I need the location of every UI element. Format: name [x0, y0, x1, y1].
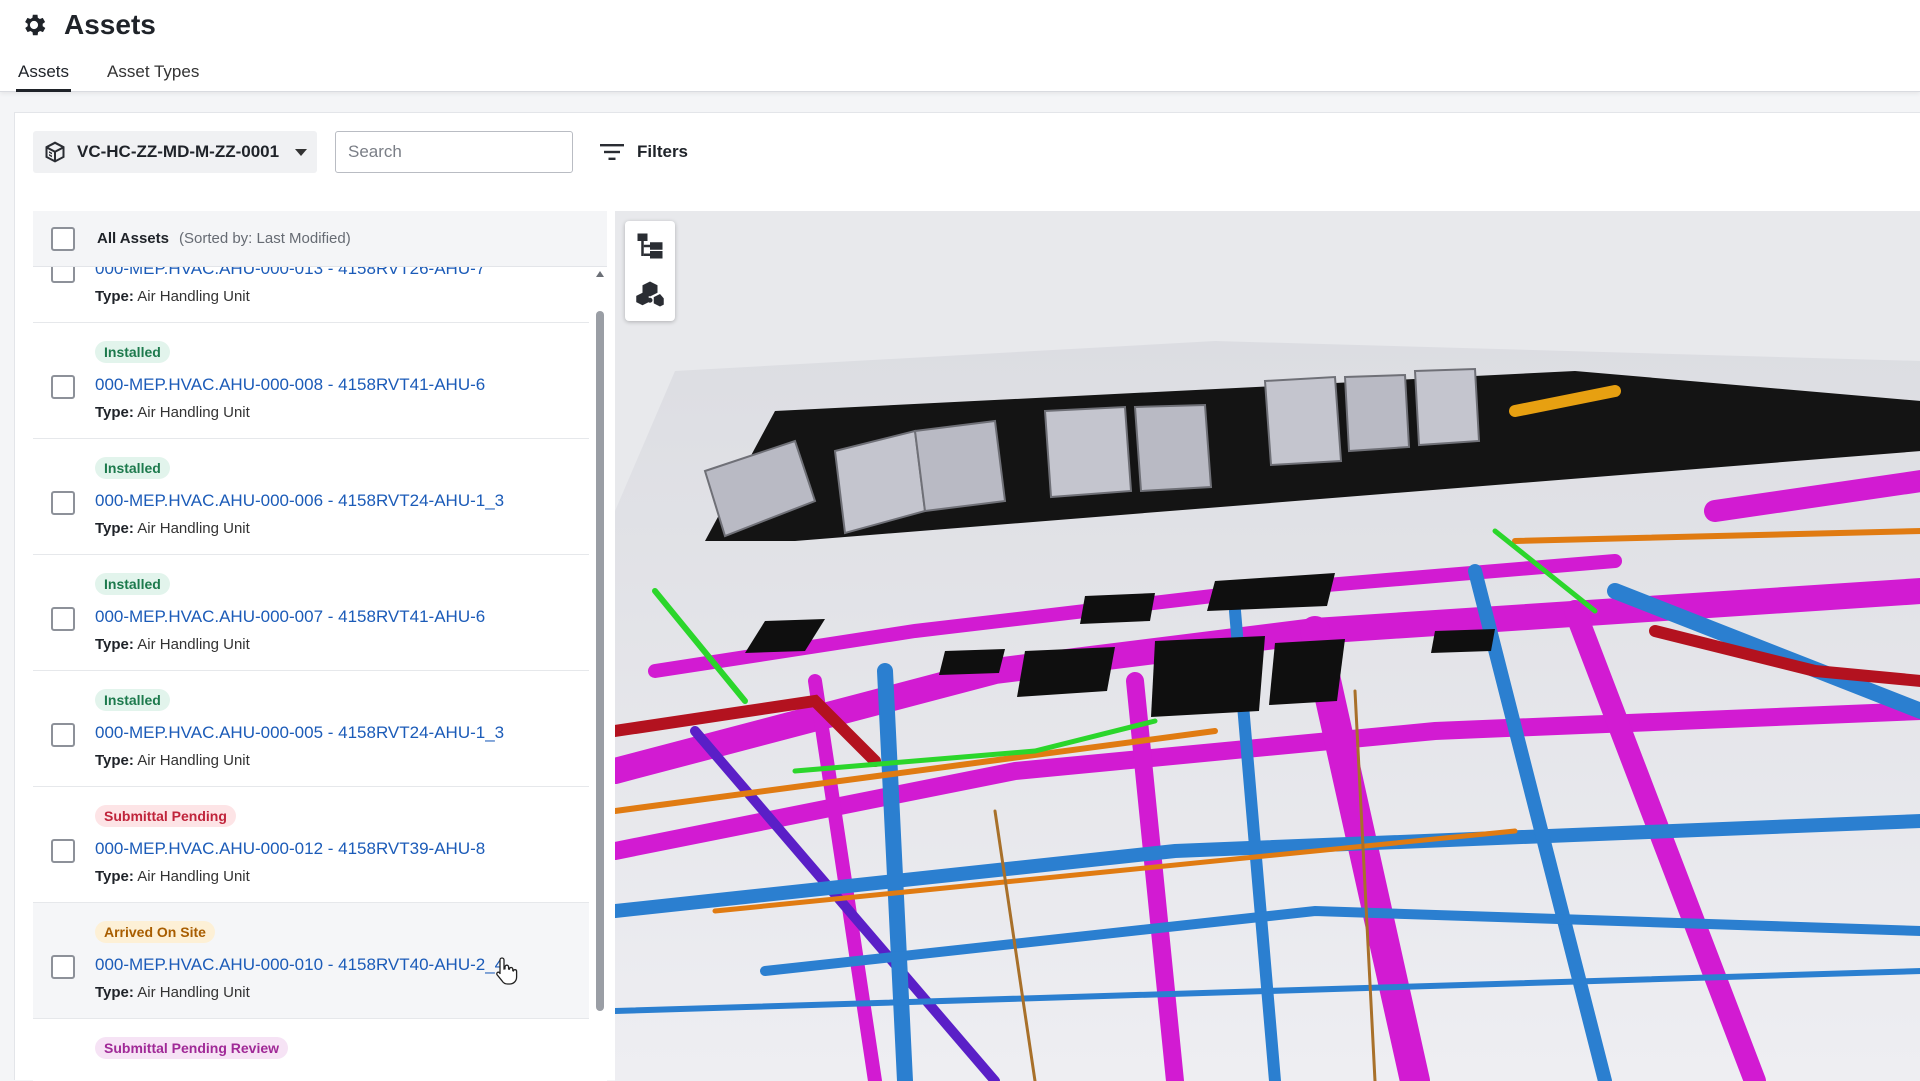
title-row: Assets — [20, 8, 156, 42]
list-item[interactable]: Submittal Pending 000-MEP.HVAC.AHU-000-0… — [33, 787, 589, 903]
cube-icon — [45, 141, 65, 163]
row-checkbox[interactable] — [51, 839, 75, 863]
scroll-up-icon[interactable] — [596, 271, 604, 277]
status-badge: Installed — [95, 341, 170, 363]
status-badge: Arrived On Site — [95, 921, 215, 943]
asset-type-value: Air Handling Unit — [137, 636, 250, 653]
list-item[interactable]: Installed 000-MEP.HVAC.AHU-000-007 - 415… — [33, 555, 589, 671]
list-header: All Assets (Sorted by: Last Modified) — [33, 211, 607, 267]
object-group-icon[interactable] — [635, 279, 665, 309]
gear-icon — [25, 14, 46, 36]
asset-type: Type: Air Handling Unit — [95, 752, 250, 769]
model-tree-icon[interactable] — [635, 231, 665, 261]
list-item[interactable]: Installed 000-MEP.HVAC.AHU-000-006 - 415… — [33, 439, 589, 555]
row-checkbox[interactable] — [51, 491, 75, 515]
toolbar: VC-HC-ZZ-MD-M-ZZ-0001 Filters — [33, 131, 688, 173]
asset-type: Type: Air Handling Unit — [95, 984, 250, 1001]
asset-type-value: Air Handling Unit — [137, 520, 250, 537]
status-badge: Installed — [95, 689, 170, 711]
model-selector[interactable]: VC-HC-ZZ-MD-M-ZZ-0001 — [33, 131, 317, 173]
asset-type: Type: Air Handling Unit — [95, 868, 250, 885]
tab-bar: Assets Asset Types — [16, 58, 235, 92]
type-prefix: Type: — [95, 288, 134, 305]
asset-link[interactable]: 000-MEP.HVAC.AHU-000-013 - 4158RVT26-AHU… — [95, 267, 485, 279]
app-header: Assets Assets Asset Types — [0, 0, 1920, 92]
asset-link[interactable]: 000-MEP.HVAC.AHU-000-006 - 4158RVT24-AHU… — [95, 491, 504, 511]
type-prefix: Type: — [95, 520, 134, 537]
asset-link[interactable]: 000-MEP.HVAC.AHU-000-005 - 4158RVT24-AHU… — [95, 723, 504, 743]
list-scrollbar[interactable] — [593, 267, 607, 1081]
status-badge: Installed — [95, 457, 170, 479]
row-checkbox[interactable] — [51, 723, 75, 747]
type-prefix: Type: — [95, 636, 134, 653]
asset-list: 000-MEP.HVAC.AHU-000-013 - 4158RVT26-AHU… — [33, 267, 607, 1081]
type-prefix: Type: — [95, 868, 134, 885]
bim-3d-model[interactable] — [615, 211, 1920, 1081]
model-name: VC-HC-ZZ-MD-M-ZZ-0001 — [77, 142, 280, 161]
tab-assets[interactable]: Assets — [16, 58, 72, 92]
asset-list-panel: All Assets (Sorted by: Last Modified) 00… — [33, 211, 607, 1081]
asset-link[interactable]: 000-MEP.HVAC.AHU-000-012 - 4158RVT39-AHU… — [95, 839, 485, 859]
filters-button[interactable]: Filters — [599, 142, 688, 162]
list-item[interactable]: Submittal Pending Review — [33, 1019, 589, 1081]
viewer-toolbar — [625, 221, 675, 321]
row-checkbox[interactable] — [51, 375, 75, 399]
status-badge: Submittal Pending — [95, 805, 236, 827]
search-input[interactable] — [348, 142, 569, 162]
asset-type-value: Air Handling Unit — [137, 404, 250, 421]
asset-type-value: Air Handling Unit — [137, 752, 250, 769]
asset-type: Type: Air Handling Unit — [95, 288, 250, 305]
list-item[interactable]: Installed 000-MEP.HVAC.AHU-000-008 - 415… — [33, 323, 589, 439]
row-checkbox[interactable] — [51, 267, 75, 283]
asset-type: Type: Air Handling Unit — [95, 404, 250, 421]
asset-type-value: Air Handling Unit — [137, 868, 250, 885]
filter-icon — [600, 144, 624, 160]
type-prefix: Type: — [95, 984, 134, 1001]
chevron-down-icon — [295, 148, 307, 156]
status-badge: Installed — [95, 573, 170, 595]
asset-type: Type: Air Handling Unit — [95, 636, 250, 653]
asset-link[interactable]: 000-MEP.HVAC.AHU-000-008 - 4158RVT41-AHU… — [95, 375, 485, 395]
search-box — [335, 131, 573, 173]
row-checkbox[interactable] — [51, 607, 75, 631]
type-prefix: Type: — [95, 404, 134, 421]
hand-cursor-icon — [496, 957, 518, 985]
tab-asset-types[interactable]: Asset Types — [105, 58, 201, 92]
asset-type-value: Air Handling Unit — [137, 288, 250, 305]
type-prefix: Type: — [95, 752, 134, 769]
scrollbar-thumb[interactable] — [596, 311, 604, 1011]
sort-label: (Sorted by: Last Modified) — [178, 230, 351, 247]
asset-link[interactable]: 000-MEP.HVAC.AHU-000-010 - 4158RVT40-AHU… — [95, 955, 504, 975]
all-assets-label: All Assets — [97, 230, 169, 247]
status-badge: Submittal Pending Review — [95, 1037, 289, 1059]
asset-type: Type: Air Handling Unit — [95, 520, 250, 537]
model-viewer[interactable] — [615, 211, 1920, 1081]
assets-card: VC-HC-ZZ-MD-M-ZZ-0001 Filters All Assets… — [14, 112, 1920, 1081]
filters-label: Filters — [637, 142, 689, 161]
select-all-checkbox[interactable] — [51, 226, 75, 251]
page-title: Assets — [64, 9, 156, 40]
row-checkbox[interactable] — [51, 955, 75, 979]
list-item[interactable]: 000-MEP.HVAC.AHU-000-013 - 4158RVT26-AHU… — [33, 267, 589, 323]
list-item[interactable]: Installed 000-MEP.HVAC.AHU-000-005 - 415… — [33, 671, 589, 787]
asset-link[interactable]: 000-MEP.HVAC.AHU-000-007 - 4158RVT41-AHU… — [95, 607, 485, 627]
asset-type-value: Air Handling Unit — [137, 984, 250, 1001]
